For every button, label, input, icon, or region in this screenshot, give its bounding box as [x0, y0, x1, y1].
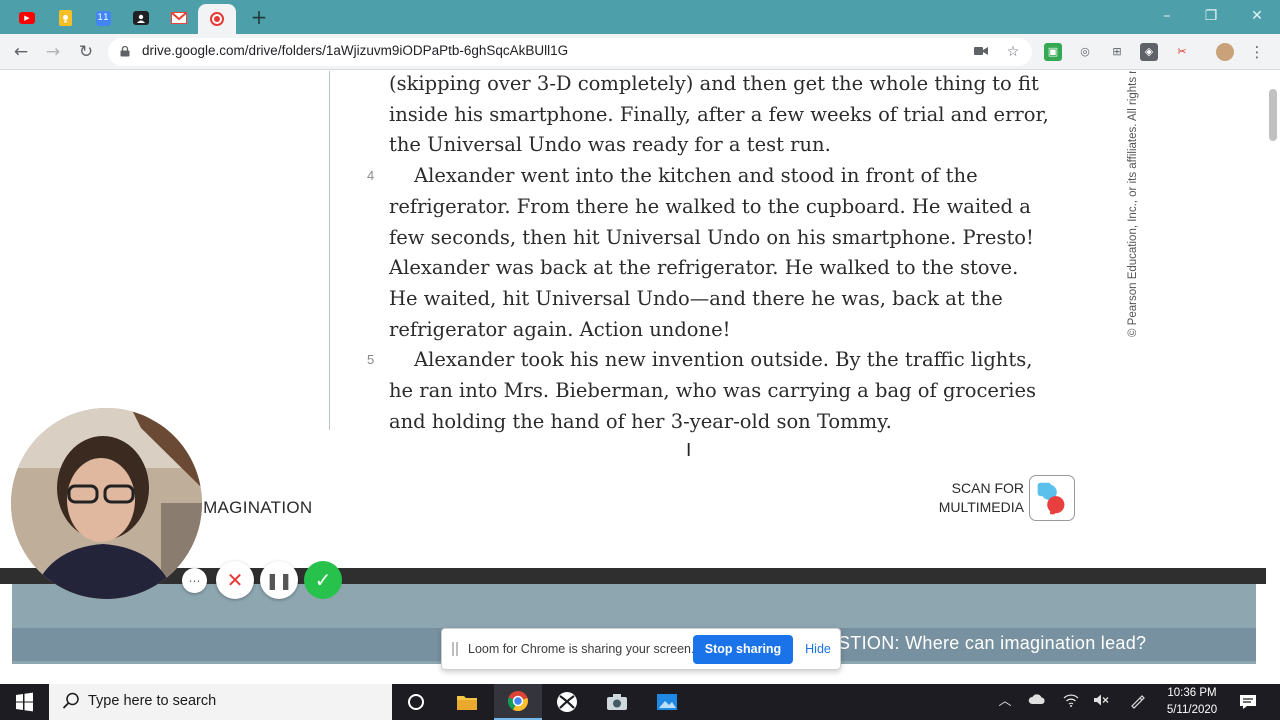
youtube-icon: ▶	[19, 12, 35, 24]
photos-icon	[657, 694, 677, 710]
tab-active-recording[interactable]	[198, 4, 236, 34]
stop-sharing-button[interactable]: Stop sharing	[693, 635, 793, 664]
vertical-scrollbar[interactable]	[1266, 71, 1280, 684]
cortana-icon	[408, 694, 424, 710]
browser-toolbar: ← → ↻ drive.google.com/drive/folders/1aW…	[0, 34, 1280, 70]
text-line: inside his smartphone. Finally, after a …	[389, 102, 1049, 126]
text-line: Alexander took his new invention outside…	[414, 348, 1033, 372]
system-clock[interactable]: 10:36 PM 5/11/2020	[1148, 685, 1236, 719]
text-cursor-icon: Ι	[686, 440, 692, 461]
text-line: He waited, hit Universal Undo—and there …	[389, 286, 1003, 310]
extension-swirl-icon[interactable]: ◎	[1076, 43, 1094, 61]
tab-calendar[interactable]: 11	[86, 5, 120, 31]
scan-label-line: MULTIMEDIA	[938, 499, 1024, 515]
multimedia-logo-icon[interactable]	[1029, 475, 1075, 521]
loom-sharing-message: Loom for Chrome is sharing your screen.	[468, 642, 695, 656]
chrome-icon	[507, 691, 528, 712]
copyright-notice: © Pearson Education, Inc., or its affili…	[1125, 71, 1147, 339]
camera-app-icon	[607, 694, 627, 710]
gmail-icon	[171, 12, 187, 24]
chrome-menu-icon[interactable]: ⋮	[1248, 43, 1266, 61]
xbox-button[interactable]	[543, 684, 591, 720]
calendar-icon: 11	[95, 10, 111, 26]
lock-icon	[120, 46, 130, 57]
onedrive-icon[interactable]	[1028, 693, 1046, 711]
folder-icon	[457, 696, 477, 710]
more-options-button[interactable]: ⋯	[182, 568, 207, 593]
text-line: he ran into Mrs. Bieberman, who was carr…	[389, 379, 1037, 402]
drag-handle-icon[interactable]	[452, 642, 458, 656]
record-icon	[210, 12, 224, 26]
extension-green-icon[interactable]: ▣	[1044, 43, 1062, 61]
text-line: (skipping over 3-D completely) and then …	[389, 72, 1039, 95]
loom-camera-bubble[interactable]	[11, 408, 202, 599]
text-line: and holding the hand of her 3-year-old s…	[389, 409, 892, 433]
extension-grid-icon[interactable]: ⊞	[1108, 43, 1126, 61]
chrome-taskbar-button[interactable]	[494, 684, 542, 720]
minimize-button[interactable]: –	[1144, 4, 1190, 28]
clock-time: 10:36 PM	[1167, 687, 1217, 699]
classroom-icon	[133, 11, 149, 25]
tab-youtube[interactable]: ▶	[10, 5, 44, 31]
search-placeholder: Type here to search	[88, 693, 217, 709]
paragraph-number: 4	[367, 168, 375, 184]
cancel-recording-button[interactable]: ✕	[216, 561, 254, 599]
cortana-button[interactable]	[392, 684, 440, 720]
scan-for-multimedia-label: SCAN FOR MULTIMEDIA	[924, 479, 1024, 517]
text-line: refrigerator again. Action undone!	[389, 317, 731, 341]
finish-recording-button[interactable]: ✓	[304, 561, 342, 599]
text-line: the Universal Undo was ready for a test …	[389, 133, 831, 157]
text-line: refrigerator. From there he walked to th…	[389, 194, 1031, 218]
pause-recording-button[interactable]: ❚❚	[260, 561, 298, 599]
address-bar[interactable]: drive.google.com/drive/folders/1aWjizuvm…	[108, 38, 1032, 66]
windows-taskbar: Type here to search ︿ 10:36 PM 5/11/2020	[0, 684, 1280, 720]
taskbar-search-box[interactable]: Type here to search	[49, 684, 392, 720]
text-line: few seconds, then hit Universal Undo on …	[389, 225, 1034, 249]
forward-button[interactable]: →	[40, 40, 66, 64]
bookmark-star-icon[interactable]: ☆	[1004, 43, 1022, 61]
notifications-icon[interactable]	[1238, 692, 1258, 712]
camera-app-button[interactable]	[593, 684, 641, 720]
camera-icon[interactable]	[972, 43, 990, 61]
profile-avatar[interactable]	[1216, 43, 1234, 61]
extension-tools-icon[interactable]: ✂	[1173, 43, 1191, 61]
tab-gmail[interactable]	[162, 5, 196, 31]
tab-classroom[interactable]	[124, 5, 158, 31]
restore-button[interactable]: ❐	[1188, 4, 1234, 28]
windows-start-icon[interactable]	[0, 684, 48, 720]
text-line: Alexander went into the kitchen and stoo…	[414, 164, 978, 188]
close-window-button[interactable]: ✕	[1234, 4, 1280, 28]
keep-icon	[58, 10, 72, 26]
show-hidden-icons[interactable]: ︿	[996, 693, 1014, 711]
paragraph-number: 5	[367, 352, 375, 368]
file-explorer-button[interactable]	[443, 684, 491, 720]
loom-sharing-bar: Loom for Chrome is sharing your screen. …	[441, 628, 841, 670]
extension-shield-icon[interactable]: ◈	[1140, 43, 1158, 61]
margin-rule	[329, 71, 330, 430]
webcam-person-image	[11, 408, 202, 599]
clock-date: 5/11/2020	[1166, 704, 1218, 716]
new-tab-button[interactable]: +	[247, 6, 271, 28]
volume-muted-icon[interactable]	[1092, 693, 1110, 711]
xbox-icon	[557, 692, 577, 712]
photos-button[interactable]	[643, 684, 691, 720]
scrollbar-thumb[interactable]	[1269, 89, 1277, 141]
copyright-text: © Pearson Education, Inc., or its affili…	[1127, 71, 1139, 337]
hide-button[interactable]: Hide	[802, 635, 834, 664]
wifi-icon[interactable]	[1062, 693, 1080, 711]
scan-label-line: SCAN FOR	[951, 480, 1024, 496]
pen-icon[interactable]	[1128, 693, 1146, 711]
browser-tab-strip: ▶ 11 + – ❐ ✕	[0, 0, 1280, 34]
essential-question-title: STION: Where can imagination lead?	[838, 633, 1147, 653]
back-button[interactable]: ←	[8, 40, 34, 64]
search-icon	[62, 692, 79, 709]
url-text: drive.google.com/drive/folders/1aWjizuvm…	[142, 43, 569, 58]
text-line: Alexander was back at the refrigerator. …	[389, 256, 1019, 280]
tab-keep[interactable]	[48, 5, 82, 31]
reload-button[interactable]: ↻	[73, 40, 99, 64]
